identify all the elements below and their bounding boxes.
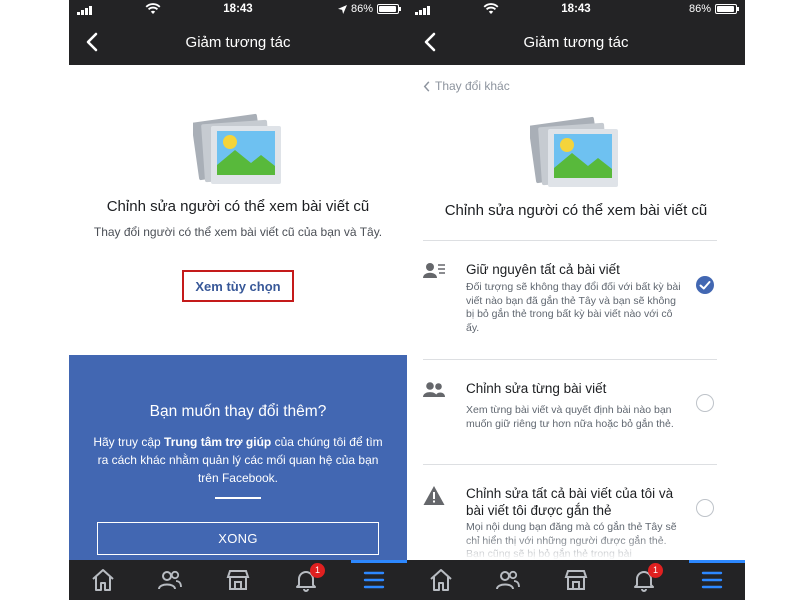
radio-edit-each-post[interactable] xyxy=(696,394,714,412)
main-content: Thay đổi khác Chỉnh sửa người có thể xem… xyxy=(407,65,745,560)
help-center-link[interactable]: Trung tâm trợ giúp xyxy=(164,435,271,449)
notifications-tab[interactable]: 1 xyxy=(631,563,663,593)
right-phone-screen: 18:43 86% Giảm tương tác Thay đổi khác C… xyxy=(407,0,745,600)
notifications-tab[interactable]: 1 xyxy=(293,563,325,593)
main-content: Chỉnh sửa người có thể xem bài viết cũ T… xyxy=(69,65,407,560)
option-edit-each-post[interactable]: Chỉnh sửa từng bài viết Xem từng bài viế… xyxy=(423,380,723,460)
marketplace-icon[interactable] xyxy=(225,567,251,593)
option-title: Chỉnh sửa từng bài viết xyxy=(466,381,607,396)
bottom-tab-bar: 1 xyxy=(69,560,407,600)
bottom-tab-bar: 1 xyxy=(407,560,745,600)
divider xyxy=(423,464,717,465)
menu-icon[interactable] xyxy=(361,567,387,593)
page-title: Giảm tương tác xyxy=(523,34,629,51)
location-arrow-icon xyxy=(337,4,347,14)
radio-edit-all-tagged-posts[interactable] xyxy=(696,499,714,517)
section-heading: Chỉnh sửa người có thể xem bài viết cũ xyxy=(444,202,708,219)
option-description: Đối tượng sẽ không thay đổi đối với bất … xyxy=(466,281,681,334)
divider xyxy=(423,359,717,360)
section-heading: Chỉnh sửa người có thể xem bài viết cũ xyxy=(106,198,370,215)
radio-keep-all-posts[interactable] xyxy=(696,276,714,294)
divider xyxy=(423,240,717,241)
help-panel-description: Hãy truy cập Trung tâm trợ giúp của chún… xyxy=(93,433,383,487)
screenshot-canvas: 18:43 86% Giảm tương tác Chỉnh sửa người… xyxy=(0,0,800,600)
option-title: Giữ nguyên tất cả bài viết xyxy=(466,262,620,277)
status-bar: 18:43 86% xyxy=(407,0,745,20)
person-list-icon xyxy=(423,263,445,278)
warning-icon xyxy=(423,486,445,505)
done-button[interactable]: XONG xyxy=(97,522,379,555)
menu-icon[interactable] xyxy=(699,567,725,593)
view-options-button[interactable]: Xem tùy chọn xyxy=(182,270,294,302)
top-nav-bar: Giảm tương tác xyxy=(69,20,407,65)
home-icon[interactable] xyxy=(90,567,116,593)
marketplace-icon[interactable] xyxy=(563,567,589,593)
help-desc-prefix: Hãy truy cập xyxy=(93,435,165,449)
help-panel: Bạn muốn thay đổi thêm? Hãy truy cập Tru… xyxy=(69,355,407,560)
left-phone-screen: 18:43 86% Giảm tương tác Chỉnh sửa người… xyxy=(69,0,407,600)
friends-icon[interactable] xyxy=(157,567,183,593)
other-changes-label: Thay đổi khác xyxy=(435,79,510,93)
battery-icon xyxy=(715,4,739,14)
notification-badge: 1 xyxy=(310,563,325,578)
photo-stack-icon xyxy=(530,116,618,187)
photo-stack-icon xyxy=(193,113,281,184)
option-title: Chỉnh sửa tất cả bài viết của tôi và bài… xyxy=(466,486,674,518)
battery-percent: 86% xyxy=(350,3,373,15)
checkmark-icon xyxy=(699,281,711,290)
divider xyxy=(215,497,261,499)
active-tab-indicator xyxy=(351,560,407,563)
people-icon xyxy=(423,382,445,397)
status-bar: 18:43 86% xyxy=(69,0,407,20)
battery-icon xyxy=(377,4,401,14)
page-title: Giảm tương tác xyxy=(185,34,291,51)
scroll-fade xyxy=(407,535,745,560)
notification-badge: 1 xyxy=(648,563,663,578)
option-keep-all-posts[interactable]: Giữ nguyên tất cả bài viết Đối tượng sẽ … xyxy=(423,261,723,351)
top-nav-bar: Giảm tương tác xyxy=(407,20,745,65)
battery-percent: 86% xyxy=(688,3,711,15)
other-changes-link[interactable]: Thay đổi khác xyxy=(423,79,510,93)
active-tab-indicator xyxy=(689,560,745,563)
help-panel-title: Bạn muốn thay đổi thêm? xyxy=(149,403,327,420)
option-description: Xem từng bài viết và quyết định bài nào … xyxy=(466,404,674,430)
chevron-left-icon xyxy=(423,80,430,92)
friends-icon[interactable] xyxy=(495,567,521,593)
home-icon[interactable] xyxy=(428,567,454,593)
section-description: Thay đổi người có thể xem bài viết cũ củ… xyxy=(93,225,383,239)
